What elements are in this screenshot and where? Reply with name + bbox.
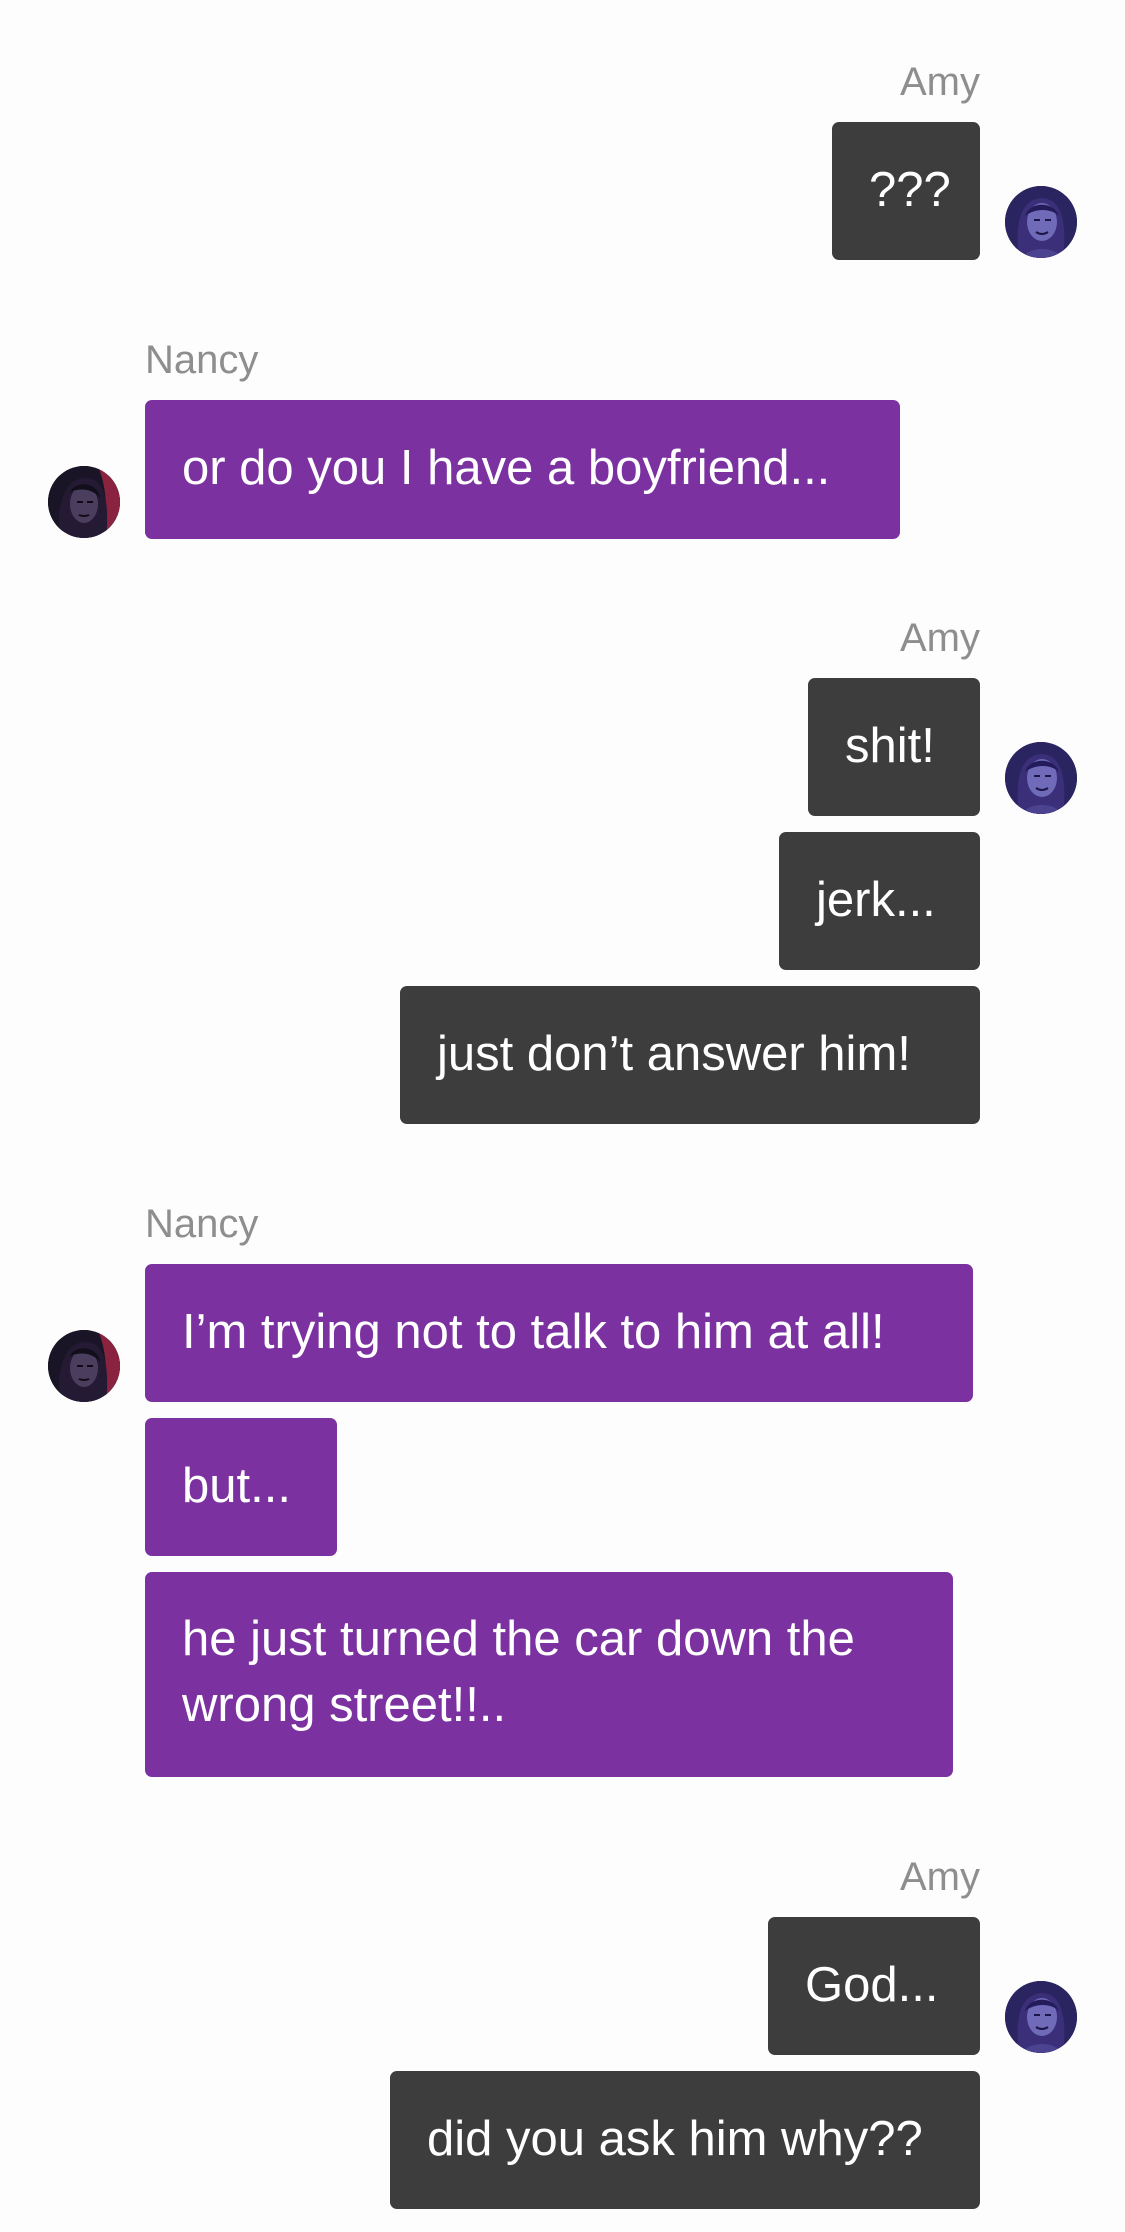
message-bubble-amy[interactable]: shit!	[808, 678, 980, 816]
amy-avatar-icon[interactable]	[1005, 742, 1077, 814]
message-bubble-amy[interactable]: ???	[832, 122, 980, 260]
sender-name-amy: Amy	[900, 1855, 980, 1899]
message-bubble-nancy[interactable]: he just turned the car down the wrong st…	[145, 1572, 953, 1777]
sender-name-amy: Amy	[900, 60, 980, 104]
nancy-avatar-icon[interactable]	[48, 466, 120, 538]
sender-name-nancy: Nancy	[145, 338, 259, 382]
nancy-avatar-icon[interactable]	[48, 1330, 120, 1402]
sender-name-amy: Amy	[900, 616, 980, 660]
message-bubble-amy[interactable]: did you ask him why??	[390, 2071, 980, 2209]
sender-name-nancy: Nancy	[145, 1202, 259, 1246]
amy-avatar-icon[interactable]	[1005, 1981, 1077, 2053]
message-bubble-amy[interactable]: jerk...	[779, 832, 980, 970]
message-bubble-nancy[interactable]: or do you I have a boyfriend...	[145, 400, 900, 539]
message-bubble-amy[interactable]: just don’t answer him!	[400, 986, 980, 1124]
message-bubble-nancy[interactable]: but...	[145, 1418, 337, 1556]
message-bubble-amy[interactable]: God...	[768, 1917, 980, 2055]
message-bubble-nancy[interactable]: I’m trying not to talk to him at all!	[145, 1264, 973, 1402]
amy-avatar-icon[interactable]	[1005, 186, 1077, 258]
